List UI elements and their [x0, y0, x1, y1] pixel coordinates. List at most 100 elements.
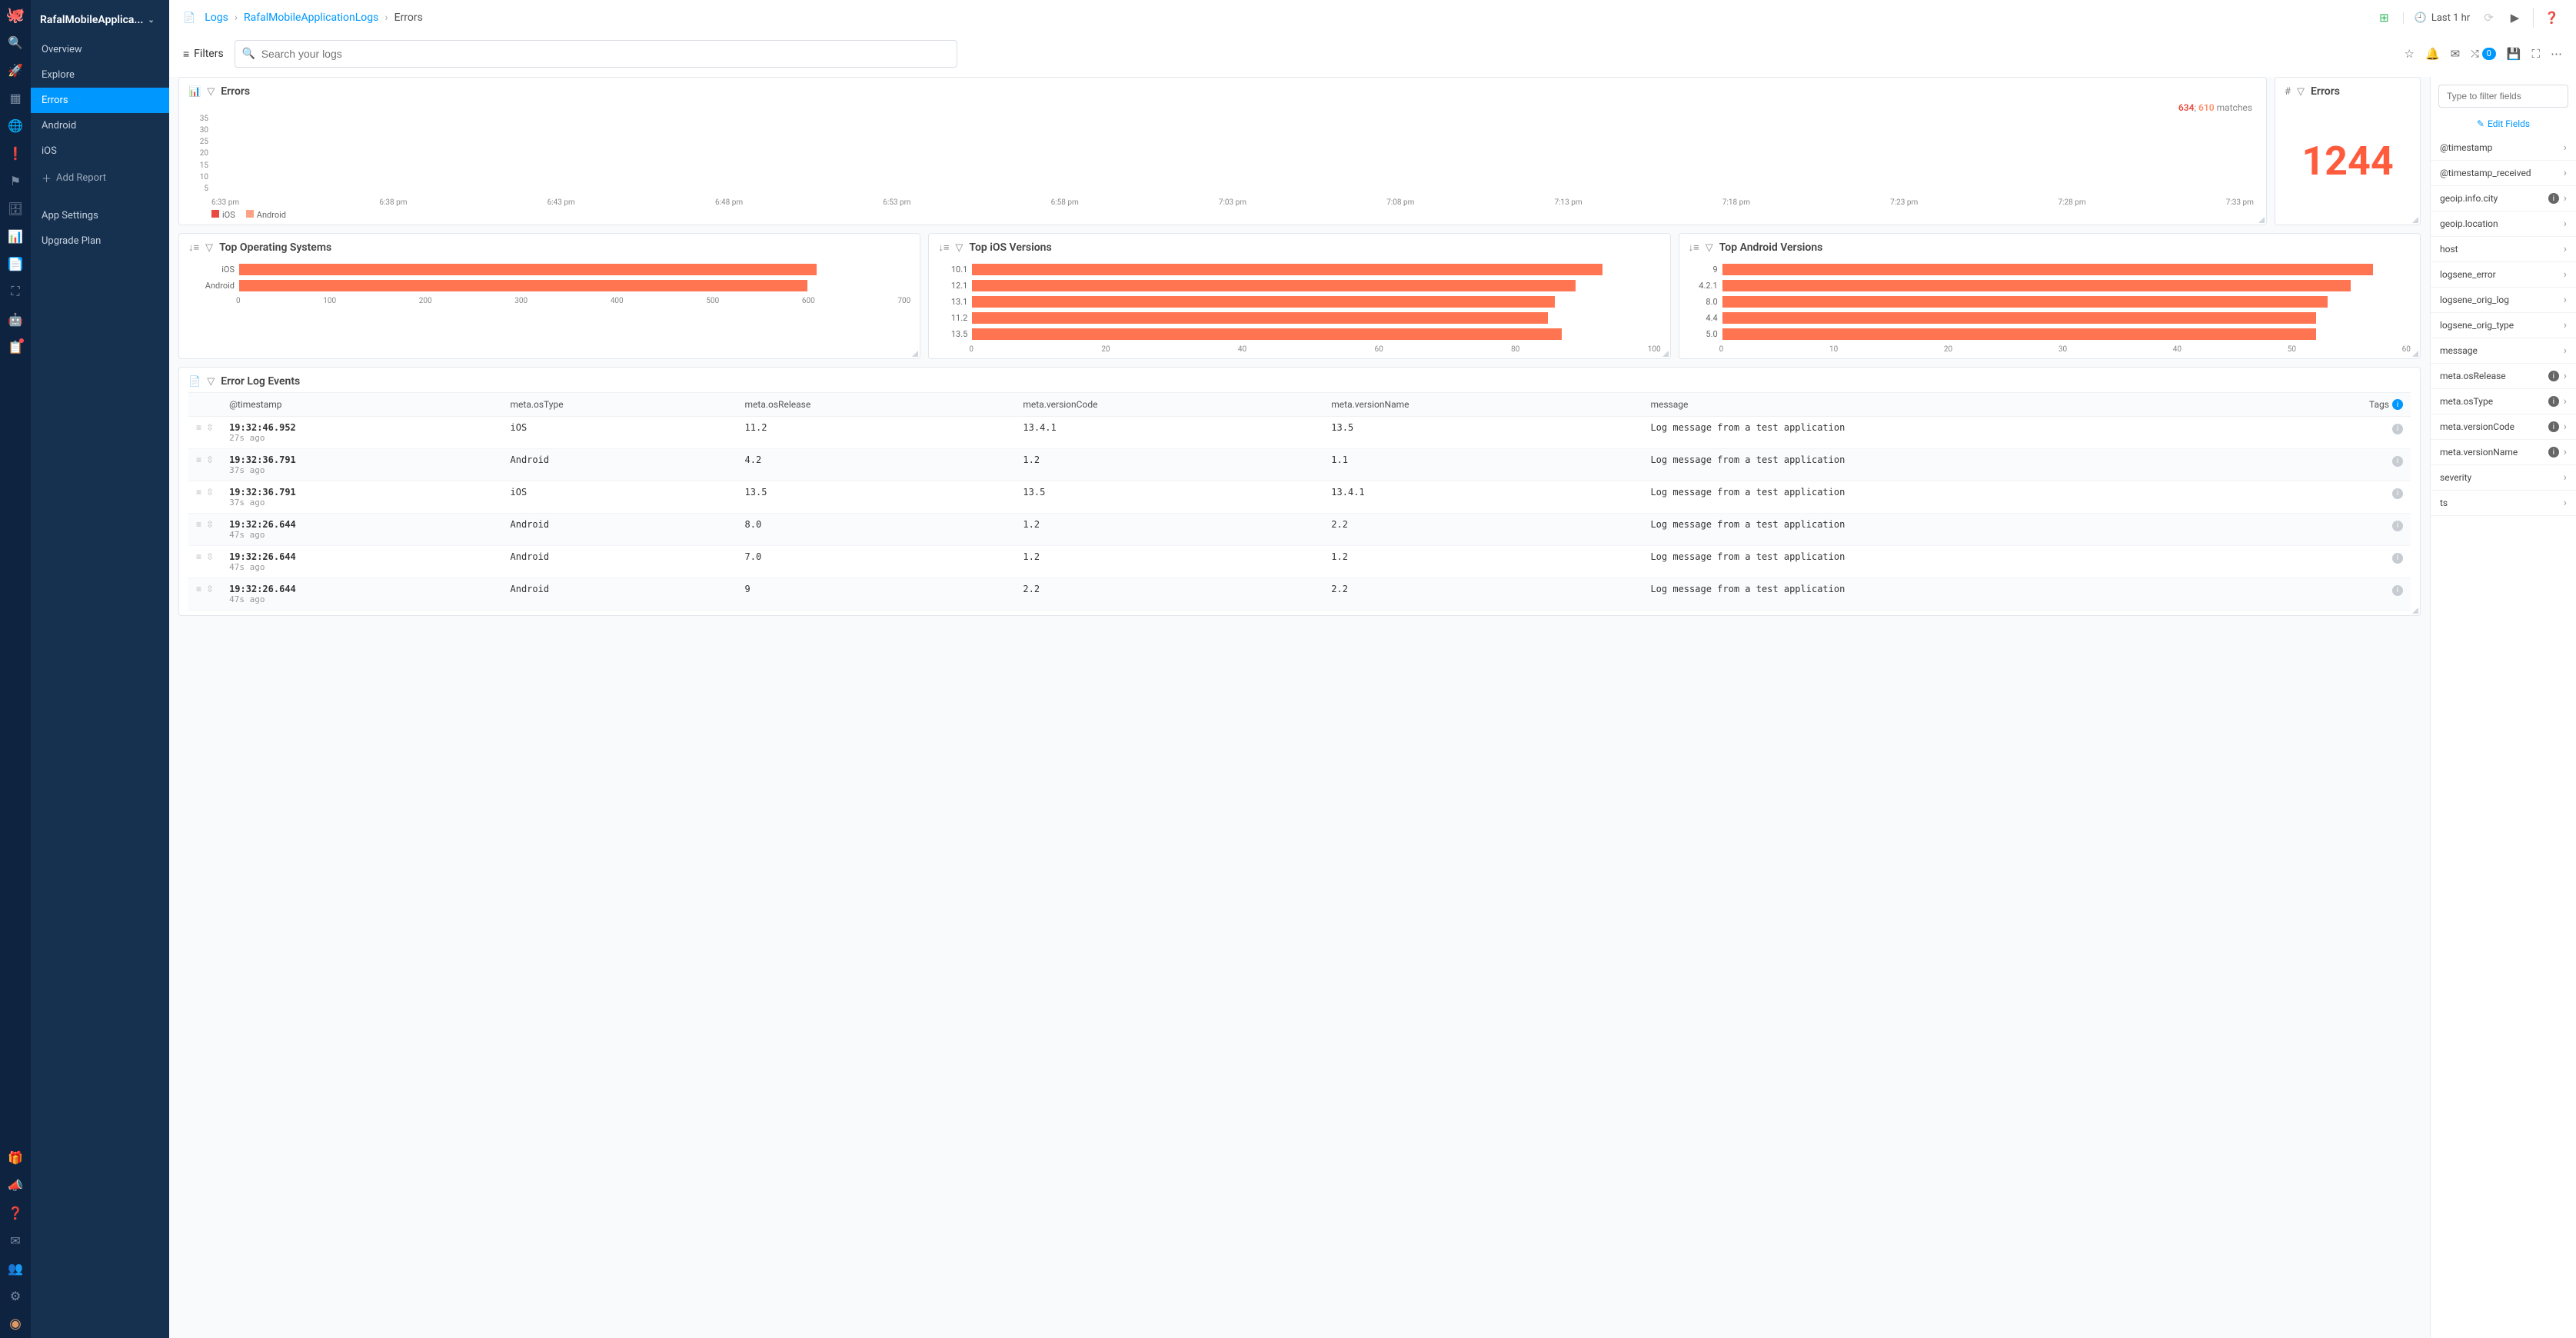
users-icon[interactable]: 👥	[8, 1261, 22, 1275]
info-icon[interactable]: i	[2392, 424, 2403, 434]
more-icon[interactable]: ⋯	[2551, 47, 2562, 61]
field-logsene-orig-type[interactable]: logsene_orig_type›	[2431, 313, 2576, 338]
add-report-button[interactable]: ＋Add Report	[31, 164, 169, 192]
table-row[interactable]: ≡⇳19:32:46.95227s agoiOS11.213.4.113.5Lo…	[188, 417, 2411, 449]
col-meta-osRelease[interactable]: meta.osRelease	[737, 393, 1016, 417]
col-message[interactable]: message	[1642, 393, 2361, 417]
logo-icon[interactable]: 🐙	[8, 8, 22, 22]
menu-icon[interactable]: ≡	[196, 584, 201, 594]
help-icon[interactable]: ❓	[8, 1206, 22, 1220]
scan-icon[interactable]: ⛶	[8, 285, 22, 298]
archive-icon[interactable]: 🗄	[8, 201, 22, 215]
menu-icon[interactable]: ≡	[196, 551, 201, 562]
filter-icon[interactable]: ▽	[2297, 86, 2305, 98]
info-icon[interactable]: i	[2392, 553, 2403, 564]
field-geoip-location[interactable]: geoip.location›	[2431, 211, 2576, 237]
field-meta-osRelease[interactable]: meta.osReleasei›	[2431, 364, 2576, 389]
expand-icon[interactable]: ⇳	[206, 487, 214, 498]
col-tags[interactable]: Tagsi	[2361, 393, 2411, 417]
menu-icon[interactable]: ≡	[196, 519, 201, 530]
nav-item-ios[interactable]: iOS	[31, 138, 169, 164]
crumb-app[interactable]: RafalMobileApplicationLogs	[244, 12, 378, 24]
menu-icon[interactable]: ≡	[196, 487, 201, 498]
expand-icon[interactable]: ⛶	[2531, 47, 2540, 61]
mail-icon[interactable]: ✉	[8, 1233, 22, 1247]
info-icon[interactable]: i	[2392, 585, 2403, 596]
add-panel-icon[interactable]: ⊞	[2376, 8, 2392, 28]
nav-item-errors[interactable]: Errors	[31, 88, 169, 113]
refresh-icon[interactable]: ⟳	[2481, 8, 2497, 28]
nav-item-overview[interactable]: Overview	[31, 37, 169, 62]
menu-icon[interactable]: ≡	[196, 454, 201, 465]
save-icon[interactable]: 💾	[2507, 47, 2521, 61]
edit-fields-button[interactable]: ✎Edit Fields	[2431, 115, 2576, 135]
expand-icon[interactable]: ⇳	[206, 584, 214, 594]
search-icon[interactable]: 🔍	[8, 35, 22, 49]
col-meta-osType[interactable]: meta.osType	[503, 393, 737, 417]
chart-icon[interactable]: 📊	[8, 229, 22, 243]
table-row[interactable]: ≡⇳19:32:26.64447s agoAndroid7.01.21.2Log…	[188, 546, 2411, 578]
app-selector[interactable]: RafalMobileApplica... ⌄	[31, 9, 169, 37]
help-circle-icon[interactable]: ❓	[2533, 8, 2562, 28]
search-input[interactable]	[235, 40, 957, 68]
info-icon[interactable]: i	[2392, 456, 2403, 467]
envelope-icon[interactable]: ✉	[2451, 47, 2461, 61]
col-meta-versionCode[interactable]: meta.versionCode	[1015, 393, 1323, 417]
filters-button[interactable]: ≡ Filters	[183, 48, 224, 61]
field-ts[interactable]: ts›	[2431, 491, 2576, 516]
star-icon[interactable]: ☆	[2404, 47, 2414, 61]
alert-icon[interactable]: ❗	[8, 146, 22, 160]
grid-icon[interactable]: ▦	[8, 91, 22, 105]
field-meta-versionCode[interactable]: meta.versionCodei›	[2431, 414, 2576, 440]
bell-icon[interactable]: 🔔	[2425, 47, 2440, 61]
field-geoip-info-city[interactable]: geoip.info.cityi›	[2431, 186, 2576, 211]
col-meta-versionName[interactable]: meta.versionName	[1323, 393, 1642, 417]
robot-icon[interactable]: 🤖	[8, 312, 22, 326]
nav-item-upgrade-plan[interactable]: Upgrade Plan	[31, 228, 169, 254]
field-logsene-orig-log[interactable]: logsene_orig_log›	[2431, 288, 2576, 313]
fields-filter-input[interactable]	[2438, 85, 2568, 108]
field-logsene-error[interactable]: logsene_error›	[2431, 262, 2576, 288]
expand-icon[interactable]: ⇳	[206, 454, 214, 465]
table-row[interactable]: ≡⇳19:32:36.79137s agoAndroid4.21.21.1Log…	[188, 449, 2411, 481]
expand-icon[interactable]: ⇳	[206, 551, 214, 562]
table-row[interactable]: ≡⇳19:32:26.64447s agoAndroid92.22.2Log m…	[188, 578, 2411, 611]
gear-icon[interactable]: ⚙	[8, 1289, 22, 1303]
field-host[interactable]: host›	[2431, 237, 2576, 262]
field-severity[interactable]: severity›	[2431, 465, 2576, 491]
avatar-icon[interactable]: ◉	[8, 1316, 22, 1330]
megaphone-icon[interactable]: 📣	[8, 1178, 22, 1192]
field-meta-versionName[interactable]: meta.versionNamei›	[2431, 440, 2576, 465]
field-meta-osType[interactable]: meta.osTypei›	[2431, 389, 2576, 414]
table-row[interactable]: ≡⇳19:32:26.64447s agoAndroid8.01.22.2Log…	[188, 514, 2411, 546]
rocket-icon[interactable]: 🚀	[8, 63, 22, 77]
gift-icon[interactable]: 🎁	[8, 1150, 22, 1164]
file-alert-icon[interactable]: 📋	[8, 340, 22, 354]
nav-item-explore[interactable]: Explore	[31, 62, 169, 88]
filter-icon[interactable]: ▽	[955, 242, 963, 254]
field--timestamp-received[interactable]: @timestamp_received›	[2431, 161, 2576, 186]
expand-icon[interactable]: ⇳	[206, 519, 214, 530]
field-message[interactable]: message›	[2431, 338, 2576, 364]
flag-icon[interactable]: ⚑	[8, 174, 22, 188]
globe-icon[interactable]: 🌐	[8, 118, 22, 132]
expand-icon[interactable]: ⇳	[206, 422, 214, 433]
info-icon[interactable]: i	[2392, 521, 2403, 531]
filter-icon[interactable]: ▽	[207, 86, 215, 98]
nav-item-android[interactable]: Android	[31, 113, 169, 138]
info-icon[interactable]: i	[2392, 488, 2403, 499]
doc-icon[interactable]: 📄	[8, 257, 22, 271]
notif-badge: 0	[2482, 48, 2496, 60]
play-icon[interactable]: ▶	[2508, 8, 2523, 28]
crumb-logs[interactable]: Logs	[205, 12, 228, 24]
field--timestamp[interactable]: @timestamp›	[2431, 135, 2576, 161]
nav-item-app-settings[interactable]: App Settings	[31, 203, 169, 228]
filter-icon[interactable]: ▽	[205, 242, 213, 254]
filter-icon[interactable]: ▽	[207, 376, 215, 388]
table-row[interactable]: ≡⇳19:32:36.79137s agoiOS13.513.513.4.1Lo…	[188, 481, 2411, 514]
col--timestamp[interactable]: @timestamp	[221, 393, 502, 417]
filter-icon[interactable]: ▽	[1706, 242, 1713, 254]
menu-icon[interactable]: ≡	[196, 422, 201, 433]
time-range-selector[interactable]: 🕘 Last 1 hr	[2403, 12, 2471, 24]
shuffle-badge[interactable]: ⤭ 0	[2471, 48, 2496, 60]
